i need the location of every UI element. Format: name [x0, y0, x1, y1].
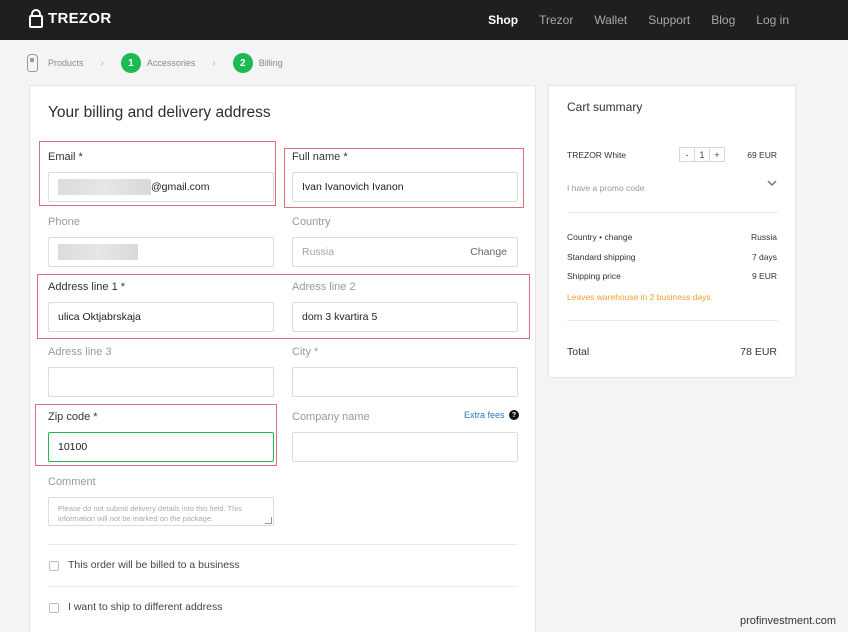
device-icon	[27, 54, 38, 72]
cart-item-price: 69 EUR	[747, 150, 777, 160]
watermark: profinvestment.com	[740, 615, 836, 627]
redacted-email-prefix	[58, 179, 151, 195]
company-label: Company name	[292, 411, 370, 423]
total-value: 78 EUR	[740, 346, 777, 358]
email-label: Email *	[48, 151, 83, 163]
address1-label: Address line 1 *	[48, 281, 126, 293]
trezor-logo[interactable]: TREZOR	[29, 9, 111, 28]
email-field[interactable]: @gmail.com	[48, 172, 274, 202]
nav-shop[interactable]: Shop	[488, 13, 518, 27]
top-navigation-bar: TREZOR Shop Trezor Wallet Support Blog L…	[0, 0, 848, 40]
nav-blog[interactable]: Blog	[711, 13, 735, 27]
step-billing-number: 2	[232, 53, 253, 73]
shipping-value: 7 days	[751, 252, 777, 262]
main-nav: Shop Trezor Wallet Support Blog Log in	[467, 0, 789, 40]
ship-different-checkbox[interactable]	[49, 603, 59, 613]
step-accessories-label: Accessories	[146, 58, 196, 68]
shipping-row: Standard shipping 7 days	[567, 252, 777, 262]
shipping-price-label: Shipping price	[567, 271, 621, 281]
address2-field[interactable]: dom 3 kvartira 5	[292, 302, 518, 332]
comment-textarea[interactable]: Please do not submit delivery details in…	[48, 497, 274, 526]
email-value-suffix: @gmail.com	[151, 181, 210, 193]
step-accessories-number: 1	[120, 53, 141, 73]
total-label: Total	[567, 346, 590, 358]
zip-field[interactable]: 10100	[48, 432, 274, 462]
cart-title: Cart summary	[567, 100, 643, 114]
chevron-right-icon: ›	[212, 57, 216, 69]
ship-different-checkbox-label[interactable]: I want to ship to different address	[68, 601, 222, 613]
address1-field[interactable]: ulica Oktjabrskaja	[48, 302, 274, 332]
divider	[567, 212, 778, 213]
comment-placeholder: Please do not submit delivery details in…	[58, 504, 242, 523]
cart-item-name: TREZOR White	[567, 150, 627, 160]
nav-wallet[interactable]: Wallet	[594, 13, 627, 27]
brand-name: TREZOR	[48, 10, 112, 27]
divider	[48, 586, 518, 587]
promo-code-toggle[interactable]: I have a promo code	[567, 183, 645, 193]
comment-label: Comment	[48, 476, 96, 488]
divider	[48, 544, 518, 545]
total-row: Total 78 EUR	[567, 346, 777, 358]
qty-increase-button[interactable]: +	[710, 148, 724, 161]
help-icon[interactable]: ?	[509, 410, 519, 420]
company-field[interactable]	[292, 432, 518, 462]
lock-icon	[29, 9, 43, 28]
step-billing-label: Billing	[258, 58, 283, 68]
full-name-field[interactable]: Ivan Ivanovich Ivanon	[292, 172, 518, 202]
resize-handle-icon[interactable]	[265, 517, 272, 524]
step-products[interactable]: Products	[27, 54, 84, 72]
redacted-phone	[58, 244, 138, 260]
step-accessories[interactable]: 1 Accessories	[120, 53, 196, 73]
zip-label: Zip code *	[48, 411, 98, 423]
chevron-right-icon: ›	[100, 57, 104, 69]
address3-label: Adress line 3	[48, 346, 112, 358]
cart-summary-card: Cart summary TREZOR White 69 EUR - 1 + I…	[548, 85, 796, 378]
warehouse-note: Leaves warehouse in 2 business days.	[567, 292, 714, 302]
address2-label: Adress line 2	[292, 281, 356, 293]
shipping-label: Standard shipping	[567, 252, 636, 262]
shipping-price-value: 9 EUR	[751, 271, 777, 281]
form-title: Your billing and delivery address	[48, 104, 271, 121]
change-country-link[interactable]: Change	[470, 246, 507, 258]
step-billing[interactable]: 2 Billing	[232, 53, 283, 73]
business-checkbox[interactable]	[49, 561, 59, 571]
chevron-down-icon[interactable]	[767, 180, 777, 187]
shipping-price-row: Shipping price 9 EUR	[567, 271, 777, 281]
nav-trezor[interactable]: Trezor	[539, 13, 573, 27]
checkout-steps: Products › 1 Accessories › 2 Billing	[27, 52, 283, 74]
billing-form-card: Your billing and delivery address Email …	[29, 85, 536, 632]
qty-decrease-button[interactable]: -	[680, 148, 694, 161]
nav-login[interactable]: Log in	[756, 13, 789, 27]
country-summary-value: Russia	[751, 232, 777, 242]
extra-fees-link[interactable]: Extra fees	[464, 410, 505, 420]
cart-item-row: TREZOR White 69 EUR	[567, 150, 777, 160]
country-value: Russia	[302, 246, 335, 258]
country-change-label[interactable]: Country • change	[567, 232, 632, 242]
quantity-stepper: - 1 +	[679, 147, 725, 162]
phone-label: Phone	[48, 216, 80, 228]
divider	[567, 320, 778, 321]
full-name-label: Full name *	[292, 151, 348, 163]
address3-field[interactable]	[48, 367, 274, 397]
step-products-label: Products	[48, 58, 84, 68]
city-field[interactable]	[292, 367, 518, 397]
nav-support[interactable]: Support	[648, 13, 690, 27]
country-field[interactable]: Russia Change	[292, 237, 518, 267]
country-row: Country • change Russia	[567, 232, 777, 242]
phone-field[interactable]	[48, 237, 274, 267]
country-label: Country	[292, 216, 331, 228]
qty-value[interactable]: 1	[694, 148, 710, 161]
city-label: City *	[292, 346, 319, 358]
business-checkbox-label[interactable]: This order will be billed to a business	[68, 559, 240, 571]
